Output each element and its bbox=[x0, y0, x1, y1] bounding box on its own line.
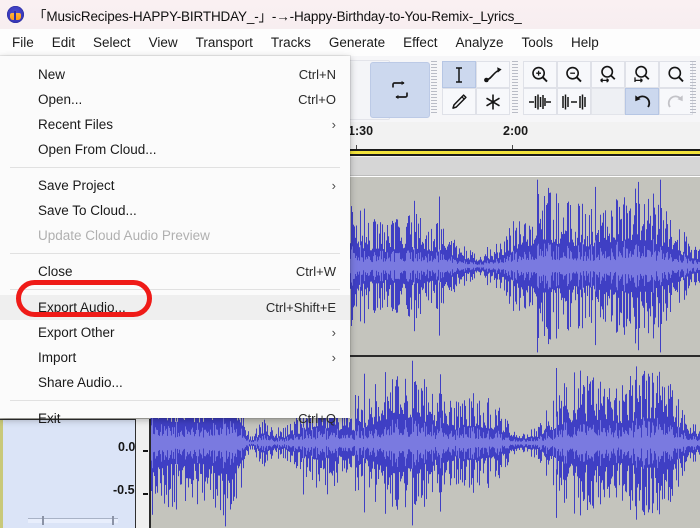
zoom-out-button[interactable] bbox=[557, 61, 591, 88]
menu-item-label: Save Project bbox=[38, 178, 115, 193]
toolbar-empty-slot bbox=[591, 88, 625, 115]
menu-item-open-from-cloud[interactable]: Open From Cloud... bbox=[0, 137, 350, 162]
draw-tool-button[interactable] bbox=[442, 88, 476, 115]
menu-item-label: Exit bbox=[38, 411, 61, 426]
zoom-in-button[interactable] bbox=[523, 61, 557, 88]
audacity-icon bbox=[7, 6, 24, 23]
envelope-tool-icon bbox=[484, 66, 502, 82]
menu-effect[interactable]: Effect bbox=[394, 32, 446, 53]
vruler-label-1: -0.5 bbox=[113, 483, 135, 497]
fit-project-button[interactable] bbox=[625, 61, 659, 88]
menu-item-accelerator: Ctrl+W bbox=[295, 264, 336, 279]
vruler-tick-0 bbox=[143, 450, 148, 452]
menu-generate[interactable]: Generate bbox=[320, 32, 394, 53]
audacity-window: 「MusicRecipes-HAPPY-BIRTHDAY_-」-→-Happy-… bbox=[0, 0, 700, 528]
menu-item-accelerator: Ctrl+Q bbox=[298, 411, 336, 426]
menu-item-accelerator: Ctrl+Shift+E bbox=[265, 300, 336, 315]
draw-tool-icon bbox=[452, 93, 467, 109]
redo-button[interactable] bbox=[659, 88, 693, 115]
menu-item-export-other[interactable]: Export Other › bbox=[0, 320, 350, 345]
zoom-toggle-icon bbox=[668, 66, 684, 82]
menu-item-recent-files[interactable]: Recent Files › bbox=[0, 112, 350, 137]
title-bar: 「MusicRecipes-HAPPY-BIRTHDAY_-」-→-Happy-… bbox=[0, 0, 700, 29]
track-focus-border bbox=[0, 420, 3, 528]
menu-view[interactable]: View bbox=[140, 32, 187, 53]
chevron-right-icon: › bbox=[331, 178, 336, 193]
trim-outside-icon bbox=[529, 94, 551, 109]
menu-analyze[interactable]: Analyze bbox=[446, 32, 512, 53]
vruler-tick-1 bbox=[143, 493, 148, 495]
vruler-label-0: 0.0 bbox=[118, 440, 136, 454]
multi-tool-icon bbox=[486, 94, 500, 109]
menu-tools[interactable]: Tools bbox=[512, 32, 562, 53]
chevron-right-icon: › bbox=[331, 350, 336, 365]
ruler-label-3: 2:00 bbox=[503, 124, 529, 138]
silence-selection-button[interactable] bbox=[557, 88, 591, 115]
menu-item-label: Close bbox=[38, 264, 73, 279]
menu-item-exit[interactable]: Exit Ctrl+Q bbox=[0, 406, 350, 431]
selection-tool-icon bbox=[456, 66, 462, 83]
menu-transport[interactable]: Transport bbox=[187, 32, 262, 53]
menu-item-open[interactable]: Open... Ctrl+O bbox=[0, 87, 350, 112]
fit-selection-icon bbox=[600, 65, 616, 83]
menu-separator bbox=[10, 253, 340, 254]
menu-item-label: Share Audio... bbox=[38, 375, 123, 390]
undo-button[interactable] bbox=[625, 88, 659, 115]
menu-select[interactable]: Select bbox=[84, 32, 140, 53]
trim-outside-button[interactable] bbox=[523, 88, 557, 115]
loop-icon bbox=[392, 80, 408, 100]
envelope-tool-button[interactable] bbox=[476, 61, 510, 88]
fit-selection-button[interactable] bbox=[591, 61, 625, 88]
menu-item-accelerator: Ctrl+O bbox=[298, 92, 336, 107]
zoom-out-icon bbox=[566, 66, 582, 82]
track-gain-slider[interactable] bbox=[28, 516, 118, 525]
menu-separator bbox=[10, 167, 340, 168]
menu-item-label: Open From Cloud... bbox=[38, 142, 157, 157]
ruler-label-2: 1:30 bbox=[348, 124, 374, 138]
menu-separator bbox=[10, 400, 340, 401]
menu-separator bbox=[10, 289, 340, 290]
toolbar-grip-tools[interactable] bbox=[431, 61, 437, 113]
redo-icon bbox=[667, 94, 683, 108]
menu-item-label: Recent Files bbox=[38, 117, 114, 132]
menu-item-accelerator: Ctrl+N bbox=[298, 67, 336, 82]
loop-button[interactable] bbox=[370, 62, 430, 118]
menu-item-label: Import bbox=[38, 350, 77, 365]
track-control-panel[interactable] bbox=[0, 419, 136, 528]
fit-project-icon bbox=[634, 65, 650, 83]
menu-item-save-project[interactable]: Save Project › bbox=[0, 173, 350, 198]
window-title: 「MusicRecipes-HAPPY-BIRTHDAY_-」-→-Happy-… bbox=[33, 8, 522, 24]
zoom-in-icon bbox=[532, 66, 548, 82]
chevron-right-icon: › bbox=[331, 325, 336, 340]
chevron-right-icon: › bbox=[331, 117, 336, 132]
toolbar-grip-right[interactable] bbox=[690, 61, 696, 113]
undo-icon bbox=[635, 94, 651, 108]
menu-edit[interactable]: Edit bbox=[43, 32, 84, 53]
file-menu-dropdown[interactable]: New Ctrl+N Open... Ctrl+O Recent Files ›… bbox=[0, 56, 350, 426]
menu-item-label: Export Audio... bbox=[38, 300, 126, 315]
menu-tracks[interactable]: Tracks bbox=[262, 32, 320, 53]
selection-tool-button[interactable] bbox=[442, 61, 476, 88]
menu-item-update-cloud-audio-preview: Update Cloud Audio Preview bbox=[0, 223, 350, 248]
menu-item-label: Update Cloud Audio Preview bbox=[38, 228, 210, 243]
menu-help[interactable]: Help bbox=[562, 32, 608, 53]
menu-item-label: New bbox=[38, 67, 66, 82]
menu-item-new[interactable]: New Ctrl+N bbox=[0, 62, 350, 87]
multi-tool-button[interactable] bbox=[476, 88, 510, 115]
menu-item-export-audio[interactable]: Export Audio... Ctrl+Shift+E bbox=[0, 295, 350, 320]
menu-bar: File Edit Select View Transport Tracks G… bbox=[0, 29, 700, 56]
menu-item-close[interactable]: Close Ctrl+W bbox=[0, 259, 350, 284]
menu-item-label: Save To Cloud... bbox=[38, 203, 137, 218]
silence-selection-icon bbox=[562, 94, 586, 109]
menu-item-share-audio[interactable]: Share Audio... bbox=[0, 370, 350, 395]
menu-item-label: Export Other bbox=[38, 325, 115, 340]
menu-file[interactable]: File bbox=[3, 32, 43, 53]
menu-item-import[interactable]: Import › bbox=[0, 345, 350, 370]
zoom-toggle-button[interactable] bbox=[659, 61, 693, 88]
toolbar-grip-edit[interactable] bbox=[512, 61, 518, 113]
menu-item-label: Open... bbox=[38, 92, 83, 107]
menu-item-save-to-cloud[interactable]: Save To Cloud... bbox=[0, 198, 350, 223]
vertical-ruler[interactable] bbox=[136, 419, 151, 528]
